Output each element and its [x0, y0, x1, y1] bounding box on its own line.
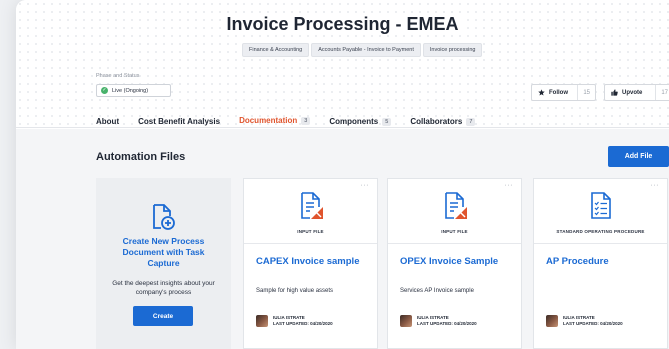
- file-description: Sample for high value assets: [256, 288, 334, 294]
- avatar: [256, 315, 268, 327]
- tag-invoice-processing[interactable]: Invoice processing: [422, 43, 483, 57]
- tab-collaborators-label: Collaborators: [410, 117, 463, 126]
- check-icon: ✓: [101, 87, 108, 94]
- create-process-card[interactable]: Create New Process Document with Task Ca…: [96, 178, 231, 349]
- file-title[interactable]: AP Procedure: [546, 256, 659, 268]
- last-updated: LAST UPDATED: 04/20/2020: [273, 321, 333, 326]
- add-file-button[interactable]: Add File: [608, 146, 669, 167]
- thumbs-up-icon: [611, 89, 618, 96]
- more-options-icon[interactable]: ···: [361, 182, 370, 189]
- category-tags: Finance & Accounting Accounts Payable - …: [242, 43, 483, 57]
- upvote-count: 17: [655, 85, 669, 100]
- file-type-label: INPUT FILE: [297, 229, 324, 234]
- status-badge[interactable]: ✓ Live (Ongoing): [96, 84, 171, 97]
- add-document-icon: [153, 204, 175, 230]
- divider: [534, 243, 667, 244]
- procedure-document-icon: [591, 192, 611, 219]
- tab-documentation-label: Documentation: [239, 116, 298, 125]
- divider: [244, 243, 377, 244]
- avatar: [546, 315, 558, 327]
- last-updated: LAST UPDATED: 04/20/2020: [417, 321, 477, 326]
- file-author: IULIA ISTRATE LAST UPDATED: 04/20/2020: [400, 315, 477, 327]
- last-updated: LAST UPDATED: 04/20/2020: [563, 321, 623, 326]
- more-options-icon[interactable]: ···: [651, 182, 660, 189]
- file-title[interactable]: OPEX Invoice Sample: [400, 256, 513, 268]
- input-file-icon: [301, 192, 323, 219]
- tab-about-label: About: [96, 117, 120, 126]
- input-file-icon: [445, 192, 467, 219]
- tag-accounts-payable[interactable]: Accounts Payable - Invoice to Payment: [311, 43, 421, 57]
- follow-label: Follow: [549, 89, 568, 96]
- tab-cost-benefit-label: Cost Benefit Analysis: [138, 117, 221, 126]
- file-card-opex[interactable]: ··· INPUT FILE OPEX Invoice Sample Servi…: [387, 178, 522, 349]
- status-text: Live (Ongoing): [112, 87, 149, 94]
- file-type-label: INPUT FILE: [441, 229, 468, 234]
- avatar: [400, 315, 412, 327]
- documentation-panel: Automation Files Add File Create New Pro…: [16, 129, 669, 349]
- upvote-label: Upvote: [622, 89, 643, 96]
- create-button[interactable]: Create: [133, 306, 193, 326]
- create-card-description: Get the deepest insights about your comp…: [112, 280, 215, 296]
- tag-finance[interactable]: Finance & Accounting: [242, 43, 310, 57]
- divider: [388, 243, 521, 244]
- follow-button[interactable]: Follow 15: [531, 84, 596, 101]
- follow-count: 15: [577, 85, 595, 100]
- create-card-title: Create New Process Document with Task Ca…: [122, 236, 205, 268]
- upvote-button[interactable]: Upvote 17: [604, 84, 669, 101]
- file-author: IULIA ISTRATE LAST UPDATED: 04/20/2020: [546, 315, 623, 327]
- file-author: IULIA ISTRATE LAST UPDATED: 04/20/2020: [256, 315, 333, 327]
- file-title[interactable]: CAPEX Invoice sample: [256, 256, 369, 268]
- more-options-icon[interactable]: ···: [505, 182, 514, 189]
- file-card-ap-procedure[interactable]: ··· STANDARD OPERATING PROCEDURE AP Proc…: [533, 178, 668, 349]
- tab-documentation-count: 3: [301, 116, 311, 125]
- phase-status-label: Phase and Status: [96, 73, 140, 79]
- tab-components-label: Components: [329, 117, 379, 126]
- app-frame: Invoice Processing - EMEA Finance & Acco…: [16, 0, 669, 349]
- tab-components-count: 5: [382, 117, 392, 126]
- file-card-capex[interactable]: ··· INPUT FILE CAPEX Invoice sample Samp…: [243, 178, 378, 349]
- file-description: Services AP Invoice sample: [400, 288, 474, 294]
- star-icon: [538, 89, 545, 96]
- page-title: Invoice Processing - EMEA: [16, 14, 669, 35]
- file-type-label: STANDARD OPERATING PROCEDURE: [556, 229, 645, 234]
- section-title: Automation Files: [96, 151, 186, 163]
- tab-collaborators-count: 7: [466, 117, 476, 126]
- page-header: Invoice Processing - EMEA Finance & Acco…: [16, 0, 669, 131]
